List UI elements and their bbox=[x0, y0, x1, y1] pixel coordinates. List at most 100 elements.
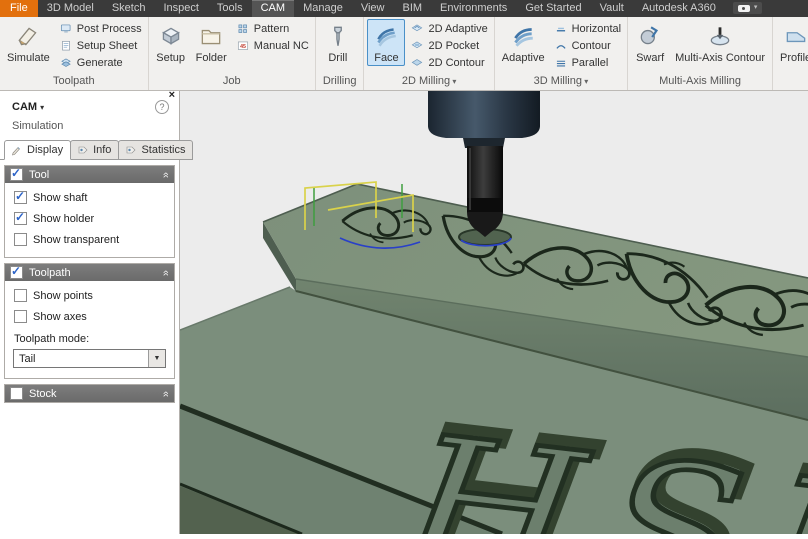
simulate-button[interactable]: Simulate bbox=[3, 19, 54, 66]
checkbox-label: Show axes bbox=[33, 310, 87, 323]
adaptive-3d-icon bbox=[510, 23, 536, 49]
panel-close-icon[interactable]: × bbox=[169, 90, 175, 101]
checkbox-show-shaft[interactable]: Show shaft bbox=[5, 183, 174, 204]
2d-contour-button[interactable]: 2D Contour bbox=[407, 54, 490, 71]
swarf-icon bbox=[637, 23, 663, 49]
menu-3d-model[interactable]: 3D Model bbox=[38, 0, 103, 17]
panel-subtitle: Simulation bbox=[12, 120, 64, 132]
folder-button[interactable]: Folder bbox=[192, 19, 231, 66]
2d-adaptive-button[interactable]: 2D Adaptive bbox=[407, 20, 490, 37]
simulation-panel: × CAM ▾ ? Simulation Display Info Statisti… bbox=[0, 90, 194, 534]
tab-display[interactable]: Display bbox=[4, 140, 72, 160]
swarf-button[interactable]: Swarf bbox=[631, 19, 669, 66]
horizontal-button[interactable]: Horizontal bbox=[551, 20, 625, 37]
button-label: Adaptive bbox=[501, 52, 545, 64]
horizontal-icon bbox=[554, 22, 568, 36]
menu-vault[interactable]: Vault bbox=[591, 0, 633, 17]
tab-label: Display bbox=[27, 144, 64, 156]
chevron-down-icon: ▾ bbox=[753, 4, 758, 11]
tag-icon bbox=[125, 144, 137, 156]
menu-manage[interactable]: Manage bbox=[294, 0, 352, 17]
post-process-icon bbox=[59, 22, 73, 36]
menu-cam[interactable]: CAM bbox=[251, 0, 295, 17]
checkbox-label: Show holder bbox=[33, 212, 95, 225]
button-label: Multi-Axis Contour bbox=[675, 52, 765, 64]
checkbox-unchecked[interactable] bbox=[10, 387, 23, 400]
group-label-turning[interactable]: Turning ▾ bbox=[776, 75, 808, 90]
checkbox-checked[interactable] bbox=[14, 189, 27, 204]
checkbox-unchecked[interactable] bbox=[14, 310, 27, 323]
setup-button[interactable]: Setup bbox=[152, 19, 190, 66]
parallel-icon bbox=[554, 56, 568, 70]
checkbox-unchecked[interactable] bbox=[14, 233, 27, 246]
checkbox-checked[interactable] bbox=[14, 210, 27, 225]
menu-autodesk-a360[interactable]: Autodesk A360 bbox=[633, 0, 725, 17]
contour-button[interactable]: Contour bbox=[551, 37, 625, 54]
group-label-2d-milling[interactable]: 2D Milling ▾ bbox=[367, 75, 490, 90]
pattern-button[interactable]: Pattern bbox=[233, 20, 312, 37]
checkbox-show-axes[interactable]: Show axes bbox=[5, 302, 174, 323]
button-label: Pattern bbox=[253, 22, 290, 35]
menu-environments[interactable]: Environments bbox=[431, 0, 516, 17]
parallel-button[interactable]: Parallel bbox=[551, 54, 625, 71]
drill-button[interactable]: Drill bbox=[319, 19, 357, 66]
manual-nc-button[interactable]: 45 Manual NC bbox=[233, 37, 312, 54]
chevron-down-icon: ▾ bbox=[40, 102, 45, 112]
menu-inspect[interactable]: Inspect bbox=[154, 0, 207, 17]
face-button[interactable]: Face bbox=[367, 19, 406, 66]
checkbox-checked[interactable] bbox=[10, 264, 23, 279]
simulate-icon bbox=[15, 23, 41, 49]
2d-pocket-button[interactable]: 2D Pocket bbox=[407, 37, 490, 54]
checkbox-checked[interactable] bbox=[10, 166, 23, 181]
tab-info[interactable]: Info bbox=[70, 140, 120, 160]
group-label-toolpath: Toolpath bbox=[53, 75, 95, 87]
collapse-icon[interactable]: » bbox=[160, 390, 172, 396]
menu-sketch[interactable]: Sketch bbox=[103, 0, 155, 17]
button-label: Swarf bbox=[636, 52, 665, 64]
panel-title[interactable]: CAM bbox=[12, 101, 37, 113]
viewport-3d[interactable]: HSM HSM bbox=[179, 86, 808, 539]
menu-tools[interactable]: Tools bbox=[208, 0, 252, 17]
multi-axis-contour-button[interactable]: Multi-Axis Contour bbox=[671, 19, 769, 66]
setup-sheet-button[interactable]: Setup Sheet bbox=[56, 37, 145, 54]
help-icon[interactable]: ? bbox=[155, 100, 169, 114]
section-header-stock[interactable]: Stock » bbox=[5, 385, 174, 402]
tool-holder bbox=[428, 86, 540, 138]
adaptive-button[interactable]: Adaptive bbox=[498, 19, 549, 66]
menu-get-started[interactable]: Get Started bbox=[516, 0, 590, 17]
post-process-button[interactable]: Post Process bbox=[56, 20, 145, 37]
checkbox-show-points[interactable]: Show points bbox=[5, 281, 174, 302]
collapse-icon[interactable]: » bbox=[160, 171, 172, 177]
contour-2d-icon bbox=[410, 56, 424, 70]
profile-button[interactable]: Profile bbox=[776, 19, 808, 66]
folder-icon bbox=[198, 23, 224, 49]
section-header-tool[interactable]: Tool » bbox=[5, 166, 174, 183]
panel-tabs: Display Info Statistics bbox=[4, 140, 194, 160]
multi-axis-contour-icon bbox=[707, 23, 733, 49]
ribbon-group-turning: ProfileGrooveFacePartThreadTurning ▾ bbox=[773, 17, 808, 90]
group-label-job: Job bbox=[222, 75, 241, 87]
checkbox-label: Show transparent bbox=[33, 233, 120, 246]
checkbox-show-transparent[interactable]: Show transparent bbox=[5, 225, 174, 246]
pen-icon bbox=[11, 144, 23, 156]
section-header-toolpath[interactable]: Toolpath » bbox=[5, 264, 174, 281]
collapse-icon[interactable]: » bbox=[160, 269, 172, 275]
generate-button[interactable]: Generate bbox=[56, 54, 145, 71]
checkbox-unchecked[interactable] bbox=[14, 289, 27, 302]
menu-view[interactable]: View bbox=[352, 0, 394, 17]
button-label: Profile bbox=[779, 52, 808, 64]
section-title: Toolpath bbox=[29, 266, 71, 279]
face-mill-icon bbox=[373, 23, 399, 49]
tab-statistics[interactable]: Statistics bbox=[118, 140, 194, 160]
toolpath-mode-select[interactable]: Tail ▼ bbox=[13, 349, 166, 368]
ribbon-group-toolpath: Simulate Post Process Setup Sheet Generate T… bbox=[0, 17, 149, 90]
group-label-3d-milling[interactable]: 3D Milling ▾ bbox=[498, 75, 624, 90]
button-label: 2D Adaptive bbox=[428, 22, 488, 35]
menu-bim[interactable]: BIM bbox=[393, 0, 431, 17]
a360-sync-button[interactable]: ▾ bbox=[732, 2, 763, 14]
button-label: Post Process bbox=[76, 22, 142, 35]
menu-file[interactable]: File bbox=[0, 0, 38, 17]
checkbox-show-holder[interactable]: Show holder bbox=[5, 204, 174, 225]
ribbon: Simulate Post Process Setup Sheet Generate T… bbox=[0, 17, 808, 91]
chevron-down-icon[interactable]: ▼ bbox=[148, 350, 165, 367]
